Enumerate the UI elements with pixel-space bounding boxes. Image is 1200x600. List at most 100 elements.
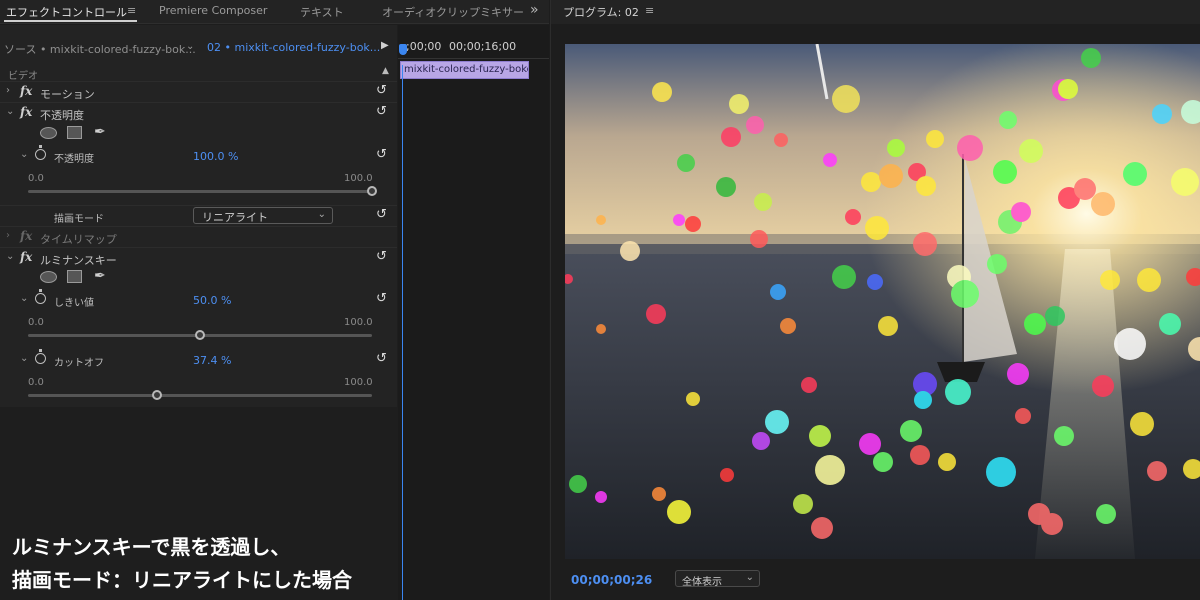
cutoff-param-row: ⌄ カットオフ 37.4 % ↺ bbox=[0, 349, 397, 371]
threshold-slider: 0.0 100.0 bbox=[0, 317, 397, 351]
opacity-slider: 0.0 100.0 bbox=[0, 173, 397, 207]
luma-mask-tools: ✒ bbox=[0, 267, 397, 288]
threshold-value[interactable]: 50.0 % bbox=[193, 294, 231, 307]
stopwatch-icon[interactable] bbox=[35, 289, 46, 304]
caption-line-1: ルミナンスキーで黒を透過し、 bbox=[12, 535, 291, 559]
blend-mode-select[interactable]: リニアライト ⌄ bbox=[193, 207, 333, 224]
chevron-down-icon[interactable]: ⌄ bbox=[186, 41, 194, 52]
stopwatch-icon[interactable] bbox=[35, 145, 46, 160]
source-clip-label[interactable]: ソース • mixkit-colored-fuzzy-bok... bbox=[4, 41, 196, 57]
playhead-handle[interactable] bbox=[399, 44, 407, 55]
effect-row-opacity[interactable]: ⌄ fx 不透明度 ↺ bbox=[0, 102, 397, 123]
slider-knob[interactable] bbox=[195, 330, 205, 340]
reset-icon[interactable]: ↺ bbox=[376, 83, 387, 98]
effect-timeline: ;00;00 00;00;16;00 mixkit-colored-fuzzy-… bbox=[398, 25, 549, 600]
reset-icon[interactable]: ↺ bbox=[376, 351, 387, 366]
slider-knob[interactable] bbox=[367, 186, 377, 196]
slider-min: 0.0 bbox=[28, 173, 44, 184]
chevron-down-icon: ⌄ bbox=[745, 572, 754, 583]
time-remap-label: タイムリマップ bbox=[40, 233, 117, 246]
fx-icon[interactable]: fx bbox=[20, 84, 32, 98]
slider-max: 100.0 bbox=[344, 377, 373, 388]
threshold-param-row: ⌄ しきい値 50.0 % ↺ bbox=[0, 289, 397, 311]
luma-key-title: ルミナンスキー bbox=[40, 254, 117, 267]
slider-min: 0.0 bbox=[28, 377, 44, 388]
cutoff-value[interactable]: 37.4 % bbox=[193, 354, 231, 367]
panel-menu-icon[interactable]: ≡ bbox=[645, 4, 654, 17]
chevron-down-icon[interactable]: ⌄ bbox=[20, 293, 28, 304]
blend-mode-row: 描画モード リニアライト ⌄ ↺ bbox=[0, 205, 397, 226]
panel-menu-icon[interactable]: ≡ bbox=[127, 4, 136, 17]
opacity-title: 不透明度 bbox=[40, 109, 84, 122]
effect-properties: ソース • mixkit-colored-fuzzy-bok... ⌄ 02 •… bbox=[0, 25, 397, 407]
reset-icon[interactable]: ↺ bbox=[376, 249, 387, 264]
effect-row-time-remap[interactable]: › fx タイムリマップ bbox=[0, 226, 397, 247]
rectangle-mask-icon[interactable] bbox=[67, 126, 82, 139]
slider-max: 100.0 bbox=[344, 317, 373, 328]
video-frame-image bbox=[565, 44, 1200, 559]
program-monitor: プログラム: 02 ≡ 00;00;00;26 全体表示 ⌄ bbox=[550, 0, 1200, 600]
reset-icon[interactable]: ↺ bbox=[376, 104, 387, 119]
video-section-label: ビデオ bbox=[8, 71, 38, 82]
tab-effect-controls[interactable]: エフェクトコントロール bbox=[6, 4, 127, 20]
slider-track[interactable] bbox=[28, 190, 372, 193]
more-tabs-icon[interactable]: » bbox=[530, 2, 539, 18]
sequence-clip-label[interactable]: 02 • mixkit-colored-fuzzy-bok... bbox=[207, 41, 380, 54]
play-icon[interactable]: ▶ bbox=[381, 40, 389, 51]
chevron-right-icon[interactable]: › bbox=[6, 230, 10, 241]
ruler-ticks bbox=[398, 55, 549, 59]
blend-mode-value: リニアライト bbox=[202, 211, 268, 224]
effect-row-luma-key[interactable]: ⌄ fx ルミナンスキー ↺ bbox=[0, 247, 397, 268]
reset-icon[interactable]: ↺ bbox=[376, 207, 387, 222]
opacity-mask-tools: ✒ bbox=[0, 123, 397, 144]
cutoff-label: カットオフ bbox=[54, 358, 104, 369]
fx-icon[interactable]: fx bbox=[20, 105, 32, 119]
tab-text[interactable]: テキスト bbox=[300, 4, 344, 20]
stopwatch-icon[interactable] bbox=[35, 349, 46, 364]
ellipse-mask-icon[interactable] bbox=[40, 271, 57, 283]
opacity-param-label: 不透明度 bbox=[54, 154, 94, 165]
ellipse-mask-icon[interactable] bbox=[40, 127, 57, 139]
timecode-start: ;00;00 bbox=[406, 40, 442, 53]
zoom-value: 全体表示 bbox=[682, 577, 722, 588]
source-bar: ソース • mixkit-colored-fuzzy-bok... ⌄ 02 •… bbox=[0, 38, 397, 58]
chevron-down-icon: ⌄ bbox=[317, 209, 326, 220]
reset-icon[interactable]: ↺ bbox=[376, 291, 387, 306]
opacity-param-row: ⌄ 不透明度 100.0 % ↺ bbox=[0, 145, 397, 167]
rectangle-mask-icon[interactable] bbox=[67, 270, 82, 283]
slider-knob[interactable] bbox=[151, 390, 162, 400]
timecode-mid: 00;00;16;00 bbox=[449, 40, 517, 53]
fx-icon[interactable]: fx bbox=[20, 229, 32, 243]
motion-label: モーション bbox=[40, 88, 95, 101]
clip-name: mixkit-colored-fuzzy-boke bbox=[404, 64, 529, 75]
chevron-down-icon[interactable]: ⌄ bbox=[6, 106, 14, 117]
cutoff-slider: 0.0 100.0 bbox=[0, 377, 397, 411]
program-video-frame[interactable] bbox=[565, 44, 1200, 559]
program-timecode[interactable]: 00;00;00;26 bbox=[571, 573, 652, 587]
pen-mask-icon[interactable]: ✒ bbox=[94, 124, 106, 140]
chevron-down-icon[interactable]: ⌄ bbox=[20, 149, 28, 160]
effect-row-motion[interactable]: › fx モーション ↺ bbox=[0, 81, 397, 102]
threshold-label: しきい値 bbox=[54, 298, 94, 309]
active-tab-indicator bbox=[4, 20, 137, 22]
program-title[interactable]: プログラム: 02 bbox=[563, 4, 639, 20]
reset-icon[interactable]: ↺ bbox=[376, 147, 387, 162]
program-title-bar: プログラム: 02 ≡ bbox=[551, 0, 1200, 24]
fx-icon[interactable]: fx bbox=[20, 250, 32, 264]
chevron-down-icon[interactable]: ⌄ bbox=[6, 251, 14, 262]
chevron-down-icon[interactable]: ⌄ bbox=[20, 353, 28, 364]
playhead-line[interactable] bbox=[402, 65, 403, 600]
opacity-value[interactable]: 100.0 % bbox=[193, 150, 238, 163]
chevron-right-icon[interactable]: › bbox=[6, 85, 10, 96]
caption-line-2: 描画モード：リニアライトにした場合 bbox=[12, 568, 352, 592]
zoom-select[interactable]: 全体表示 ⌄ bbox=[675, 570, 760, 588]
tab-audio-clip-mixer[interactable]: オーディオクリップミキサー bbox=[382, 4, 524, 20]
pen-mask-icon[interactable]: ✒ bbox=[94, 268, 106, 284]
collapse-up-icon[interactable]: ▲ bbox=[382, 66, 389, 76]
effects-tabbar: エフェクトコントロール ≡ Premiere Composer テキスト オーデ… bbox=[0, 0, 549, 24]
slider-track[interactable] bbox=[28, 394, 372, 397]
slider-min: 0.0 bbox=[28, 317, 44, 328]
tab-premiere-composer[interactable]: Premiere Composer bbox=[159, 4, 267, 17]
timeline-clip[interactable]: mixkit-colored-fuzzy-boke bbox=[400, 61, 529, 79]
blend-mode-label: 描画モード bbox=[54, 214, 104, 225]
